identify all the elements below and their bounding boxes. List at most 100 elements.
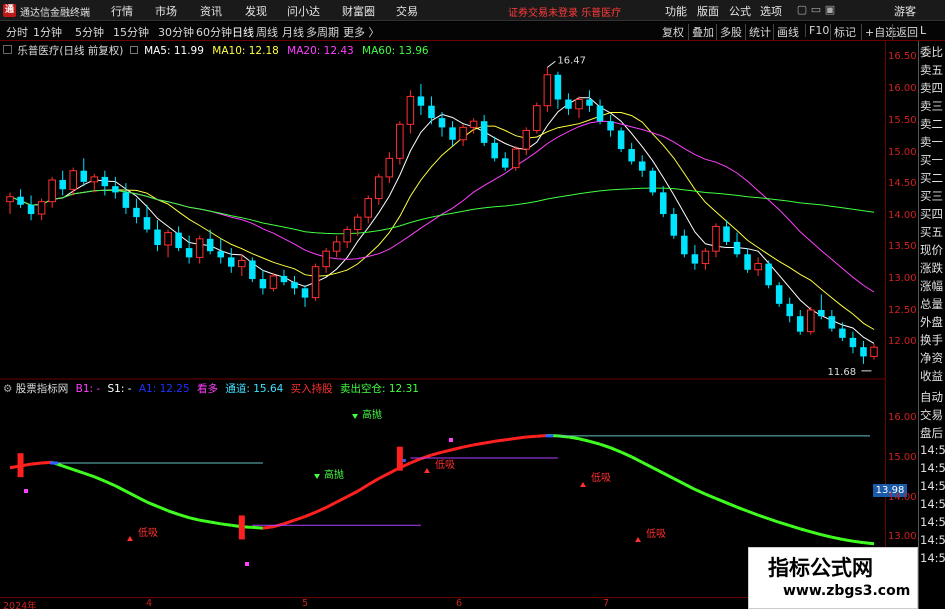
channel-segment: [483, 439, 495, 445]
quote-row: 14:5: [920, 443, 945, 457]
channel-segment: [325, 500, 338, 509]
channel-segment: [262, 525, 274, 530]
candle-body: [501, 158, 509, 168]
indicator-settings-icon[interactable]: ⚙: [3, 383, 12, 395]
quote-row[interactable]: 卖三: [920, 98, 945, 114]
quote-row[interactable]: 买一: [920, 152, 945, 168]
quote-row[interactable]: 卖五: [920, 62, 945, 78]
channel-segment: [188, 516, 201, 522]
channel-segment: [199, 518, 211, 524]
quote-row[interactable]: 委比: [920, 44, 945, 60]
candle-body: [385, 157, 394, 178]
price-tick: 15.50: [888, 115, 917, 126]
channel-segment: [378, 471, 391, 480]
candle-body: [48, 179, 56, 203]
quote-row[interactable]: 现价: [920, 242, 945, 258]
candle-body: [206, 238, 214, 252]
legend-title: 乐普医疗(日线 前复权): [17, 45, 124, 57]
indicator-s1: S1: -: [107, 383, 132, 395]
high-marker: [547, 60, 556, 68]
quote-row[interactable]: 买五: [920, 224, 945, 240]
nav-icon[interactable]: [3, 45, 12, 54]
channel-segment: [505, 436, 516, 442]
channel-segment: [526, 434, 537, 439]
quote-row[interactable]: 交易: [920, 407, 945, 423]
candle-body: [565, 99, 572, 109]
quote-row[interactable]: 涨跌: [920, 260, 945, 276]
channel-segment: [831, 535, 843, 541]
channel-segment: [725, 501, 738, 509]
quote-row[interactable]: 卖四: [920, 80, 945, 96]
indicator-channel: 通道: 15.64: [225, 383, 284, 395]
time-tick: 7: [603, 598, 610, 609]
quote-row[interactable]: 外盘: [920, 314, 945, 330]
trading-terminal-window: 通 通达信金融终端 行情 市场 资讯 发现 问小达 财富圈 交易 证券交易未登录…: [0, 0, 945, 609]
low-buy-label: 低吸: [435, 458, 455, 471]
quote-row[interactable]: 盘后: [920, 425, 945, 441]
quote-row[interactable]: 总量: [920, 296, 945, 312]
channel-segment: [167, 509, 180, 516]
legend-toggle-icon[interactable]: [129, 46, 138, 54]
time-tick: 2024年: [3, 601, 37, 609]
quote-row[interactable]: 换手: [920, 332, 945, 348]
candle-body: [469, 120, 478, 128]
high-sell-label: 高抛: [362, 408, 382, 421]
price-chart[interactable]: 高抛高抛低吸低吸低吸低吸 16.4711.68: [0, 0, 945, 609]
quote-row[interactable]: 卖一: [920, 134, 945, 150]
channel-segment: [578, 437, 590, 443]
candle-body: [101, 176, 109, 187]
candle-body: [818, 310, 825, 317]
sell-arrow-icon: [314, 474, 320, 479]
price-tick: 13.50: [888, 241, 917, 252]
channel-segment: [156, 505, 169, 513]
candle-body: [775, 285, 783, 304]
quote-row: 14:5: [920, 461, 945, 475]
quote-row[interactable]: 自动: [920, 389, 945, 405]
channel-segment: [820, 533, 833, 539]
channel-segment: [356, 483, 370, 493]
channel-segment: [799, 527, 812, 534]
candle-body: [480, 121, 488, 143]
time-tick: 4: [146, 598, 153, 609]
candle-body: [280, 275, 288, 283]
candle-body: [133, 207, 140, 218]
quote-row[interactable]: 涨幅: [920, 278, 945, 294]
candle-body: [828, 316, 836, 329]
indicator-tick: 14.00: [888, 492, 917, 503]
candle-body: [291, 282, 298, 289]
quote-row[interactable]: 净资: [920, 350, 945, 366]
candle-body: [607, 121, 614, 131]
ma10-line: [9, 112, 875, 330]
channel-segment: [568, 435, 580, 441]
channel-segment: [114, 484, 127, 493]
candle-body: [839, 328, 846, 338]
quote-row[interactable]: 买四: [920, 206, 945, 222]
channel-segment: [304, 510, 317, 518]
candle-body: [37, 201, 46, 215]
candle-body: [438, 118, 446, 128]
candle-body: [217, 251, 224, 258]
channel-segment: [694, 488, 707, 496]
quote-row[interactable]: 卖二: [920, 116, 945, 132]
candle-body: [554, 74, 562, 100]
candle-body: [396, 123, 404, 159]
channel-segment: [283, 518, 295, 526]
quote-row: 14:5: [920, 551, 945, 565]
channel-segment: [842, 537, 854, 543]
quote-row[interactable]: 收益: [920, 368, 945, 384]
channel-segment: [704, 492, 717, 500]
legend-ma5: MA5: 11.99: [144, 45, 204, 57]
candle-body: [586, 99, 593, 106]
candle-body: [259, 279, 267, 289]
time-tick: 5: [302, 598, 309, 609]
quote-row[interactable]: 买二: [920, 170, 945, 186]
channel-segment: [30, 461, 42, 466]
low-buy-label: 低吸: [646, 527, 666, 540]
indicator-legend: ⚙ 股票指标网 B1: - S1: - A1: 12.25 看多 通道: 15.…: [3, 381, 419, 396]
indicator-name[interactable]: 股票指标网: [16, 383, 69, 395]
candle-body: [143, 217, 151, 230]
quote-row[interactable]: 买三: [920, 188, 945, 204]
channel-segment: [768, 517, 780, 524]
time-tick: 6: [456, 598, 463, 609]
channel-segment: [93, 475, 106, 483]
